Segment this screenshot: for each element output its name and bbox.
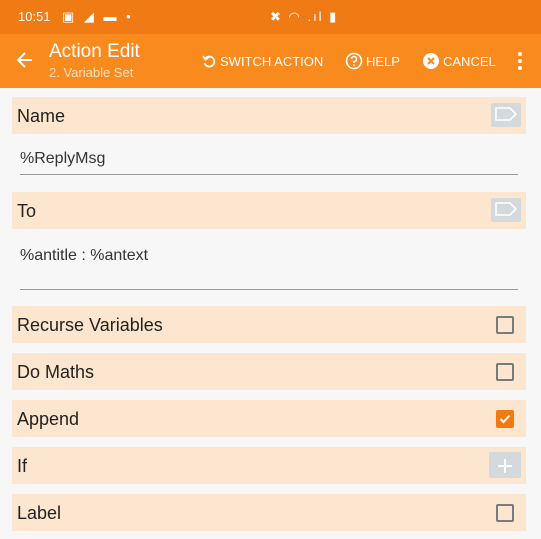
label-option-label: Label: [17, 503, 62, 523]
name-label: Name: [17, 106, 66, 126]
to-input-underline: [20, 289, 518, 290]
switch-action-button[interactable]: SWITCH ACTION: [201, 51, 323, 71]
checkmark-icon: [499, 414, 511, 424]
do-maths-row[interactable]: Do Maths: [12, 353, 526, 390]
do-maths-label: Do Maths: [17, 362, 95, 382]
undo-icon: [201, 53, 217, 69]
help-icon: [345, 52, 363, 70]
overflow-menu-icon[interactable]: [514, 50, 526, 72]
tag-icon: [495, 200, 518, 221]
append-label: Append: [17, 409, 80, 429]
cancel-circle-icon: [422, 52, 440, 70]
tag-icon: [495, 105, 518, 126]
recurse-variables-checkbox[interactable]: [496, 316, 514, 334]
append-row[interactable]: Append: [12, 400, 526, 437]
status-time: 10:51: [18, 9, 51, 24]
variable-tag-button[interactable]: [491, 103, 521, 127]
switch-action-label: SWITCH ACTION: [220, 53, 324, 69]
to-row: To: [12, 192, 526, 229]
if-label: If: [17, 456, 28, 476]
to-label: To: [17, 201, 37, 221]
label-checkbox[interactable]: [496, 504, 514, 522]
name-row: Name: [12, 97, 526, 134]
page-subtitle: 2. Variable Set: [49, 65, 134, 80]
name-input[interactable]: %ReplyMsg: [20, 150, 518, 168]
page-title: Action Edit: [49, 41, 140, 62]
append-checkbox[interactable]: [496, 410, 514, 428]
variable-tag-button[interactable]: [491, 198, 521, 222]
recurse-variables-row[interactable]: Recurse Variables: [12, 306, 526, 343]
app-toolbar: Action Edit 2. Variable Set SWITCH ACTIO…: [0, 34, 541, 88]
label-row[interactable]: Label: [12, 494, 526, 531]
plus-icon: [497, 450, 513, 480]
help-label: HELP: [366, 53, 400, 69]
to-input[interactable]: %antitle : %antext: [20, 247, 518, 265]
cancel-label: CANCEL: [443, 53, 496, 69]
status-bar: 10:51 ▣ ◢ ▬ • ✖ ◠ .ıl ▮: [0, 0, 541, 34]
help-button[interactable]: HELP: [345, 51, 400, 71]
cancel-button[interactable]: CANCEL: [422, 51, 496, 71]
name-input-underline: [20, 174, 518, 175]
recurse-variables-label: Recurse Variables: [17, 315, 163, 335]
add-condition-button[interactable]: [489, 452, 521, 478]
back-arrow-icon[interactable]: [13, 46, 37, 74]
notification-icons: ▣ ◢ ▬ •: [62, 9, 134, 24]
system-status-icons: ✖ ◠ .ıl ▮: [270, 9, 339, 24]
do-maths-checkbox[interactable]: [496, 363, 514, 381]
if-row: If: [12, 447, 526, 484]
